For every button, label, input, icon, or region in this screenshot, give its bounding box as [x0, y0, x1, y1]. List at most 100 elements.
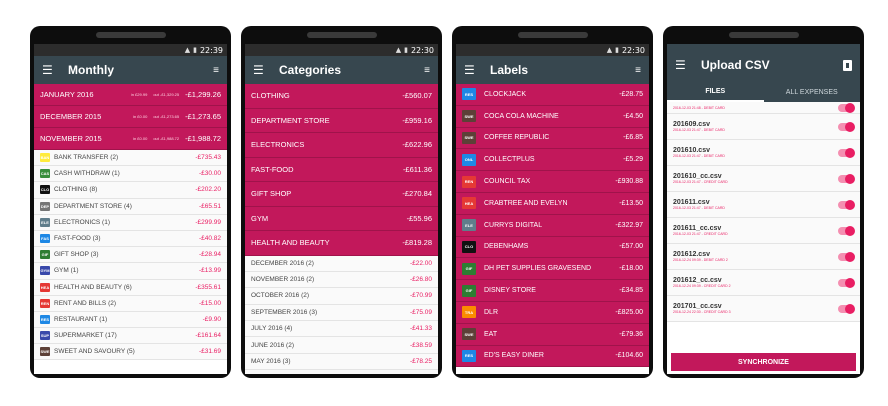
category-row[interactable]: GYM -£55.96	[245, 206, 438, 231]
label-row[interactable]: SWE COCA COLA MACHINE -£4.50	[456, 105, 649, 128]
file-row[interactable]: 201612.csv 2016-12-24 09:39 - DEBIT CARD …	[667, 244, 860, 270]
status-time: 22:30	[410, 45, 434, 55]
status-bar: ▲ ▮ 22:30	[245, 44, 438, 56]
file-toggle[interactable]	[838, 277, 855, 288]
category-amount: -£15.00	[198, 299, 221, 307]
category-row[interactable]: GYM GYM (1) -£13.99	[34, 263, 227, 280]
file-toggle[interactable]	[838, 251, 855, 262]
file-row[interactable]: 201611.csv 2016-12-03 21:47 - DEBIT CARD	[667, 192, 860, 218]
month-list: DECEMBER 2016 (2) -£22.00 NOVEMBER 2016 (2…	[245, 255, 438, 374]
hamburger-menu-icon[interactable]: ☰	[42, 63, 60, 77]
category-badge-icon: CLO	[40, 185, 50, 195]
file-toggle[interactable]	[838, 303, 855, 314]
label-amount: -£322.97	[615, 221, 643, 229]
label-row[interactable]: HEA CRABTREE AND EVELYN -£13.50	[456, 192, 649, 215]
month-row[interactable]: SEPTEMBER 2016 (3) -£75.09	[245, 304, 438, 322]
category-row[interactable]: GIF GIFT SHOP (3) -£28.94	[34, 247, 227, 264]
category-row[interactable]: ELE ELECTRONICS (1) -£299.99	[34, 214, 227, 231]
synchronize-button[interactable]: SYNCHRONIZE	[671, 353, 856, 371]
category-row[interactable]: HEA HEALTH AND BEAUTY (6) -£355.61	[34, 279, 227, 296]
month-row[interactable]: APRIL 2016 (1)-£7.15	[245, 370, 438, 374]
category-amount: -£560.07	[402, 91, 432, 101]
file-row[interactable]: 201612_cc.csv 2016-12-24 09:39 - CREDIT C…	[667, 270, 860, 296]
category-list: BAN BANK TRANSFER (2) -£735.43 CAS CASH WITH…	[34, 150, 227, 361]
file-toggle[interactable]	[838, 199, 855, 210]
month-row[interactable]: DECEMBER 2016 (2) -£22.00	[245, 255, 438, 272]
battery-icon: ▮	[615, 46, 619, 54]
category-amount: -£31.69	[198, 348, 221, 356]
category-amount: -£355.61	[195, 283, 221, 291]
file-row[interactable]: 201701_cc.csv 2016-12-24 22:30 - CREDIT C…	[667, 296, 860, 322]
category-row[interactable]: HEALTH AND BEAUTY -£819.28	[245, 231, 438, 256]
category-row[interactable]: DEPARTMENT STORE -£959.16	[245, 108, 438, 133]
category-row[interactable]: RES RESTAURANT (1) -£9.90	[34, 311, 227, 329]
file-toggle[interactable]	[838, 102, 855, 113]
label-row[interactable]: GIF DISNEY STORE -£34.85	[456, 280, 649, 302]
file-name: 201610_cc.csv	[673, 173, 722, 180]
battery-icon: ▮	[193, 46, 197, 54]
label-amount: -£34.85	[619, 287, 643, 295]
file-info: 201609.csv 2016-12-03 21:47 - DEBIT CARD	[673, 121, 838, 132]
label-amount: -£79.36	[619, 330, 643, 338]
label-row[interactable]: TRA DLR -£825.00	[456, 301, 649, 324]
category-badge-icon: SUP	[40, 331, 50, 341]
month-row[interactable]: JUNE 2016 (2) -£38.59	[245, 337, 438, 354]
label-row[interactable]: REN COUNCIL TAX -£930.88	[456, 171, 649, 193]
wifi-icon: ▲	[395, 46, 402, 54]
category-row[interactable]: SUP SUPERMARKET (17) -£161.64	[34, 328, 227, 345]
sort-icon[interactable]: ≡	[635, 65, 641, 76]
upload-file-icon[interactable]	[843, 59, 852, 71]
label-row[interactable]: RES ED'S EASY DINER -£104.60	[456, 345, 649, 368]
category-row[interactable]: FAS FAST-FOOD (3) -£40.82	[34, 230, 227, 248]
label-row[interactable]: ELE CURRYS DIGITAL -£322.97	[456, 214, 649, 237]
wifi-icon: ▲	[606, 46, 613, 54]
filter-icon[interactable]: ≡	[213, 65, 219, 76]
file-row[interactable]: 201611_cc.csv 2016-12-03 21:47 - CREDIT C…	[667, 218, 860, 244]
label-row[interactable]: SWE EAT -£79.36	[456, 323, 649, 346]
file-row[interactable]: 2016-12-03 21:48 - DEBIT CARD	[667, 102, 860, 114]
category-row[interactable]: CLOTHING -£560.07	[245, 84, 438, 109]
app-bar: ☰ Labels ≡	[456, 56, 649, 84]
hamburger-menu-icon[interactable]: ☰	[253, 63, 271, 77]
label-row[interactable]: GIF DH PET SUPPLIES GRAVESEND -£18.00	[456, 258, 649, 281]
category-row[interactable]: SWE SWEET AND SAVOURY (5) -£31.69	[34, 344, 227, 361]
month-row[interactable]: NOVEMBER 2015 in £0.00 out -£1,988.72 -£1,9…	[34, 128, 227, 150]
sort-icon[interactable]: ≡	[424, 65, 430, 76]
category-row[interactable]: REN RENT AND BILLS (2) -£15.00	[34, 295, 227, 312]
month-row[interactable]: JANUARY 2016 in £29.99 out -£1,329.25 -£1,2…	[34, 84, 227, 106]
category-row[interactable]: FAST-FOOD -£611.36	[245, 157, 438, 182]
label-amount: -£18.00	[619, 265, 643, 273]
file-toggle[interactable]	[838, 121, 855, 132]
month-row[interactable]: DECEMBER 2015 in £0.00 out -£1,273.65 -£1,2…	[34, 106, 227, 128]
label-name: DEBENHAMS	[484, 243, 529, 251]
page-title: Labels	[490, 63, 529, 77]
label-row[interactable]: ONL COLLECTPLUS -£5.29	[456, 149, 649, 172]
label-badge-icon: SWE	[462, 110, 476, 123]
label-row[interactable]: RES CLOCKJACK -£28.75	[456, 84, 649, 106]
category-row[interactable]: GIFT SHOP -£270.84	[245, 182, 438, 207]
hamburger-menu-icon[interactable]: ☰	[464, 63, 482, 77]
month-row[interactable]: JULY 2016 (4) -£41.33	[245, 321, 438, 338]
label-row[interactable]: CLO DEBENHAMS -£57.00	[456, 236, 649, 259]
file-row[interactable]: 201610_cc.csv 2016-12-03 21:47 - CREDIT C…	[667, 166, 860, 192]
category-row[interactable]: BAN BANK TRANSFER (2) -£735.43	[34, 150, 227, 167]
month-row[interactable]: OCTOBER 2016 (2) -£70.99	[245, 288, 438, 305]
category-row[interactable]: CAS CASH WITHDRAW (1) -£30.00	[34, 166, 227, 183]
file-details: 2016-12-24 22:30 - CREDIT CARD 3	[673, 310, 731, 314]
category-row[interactable]: DEP DEPARTMENT STORE (4) -£65.51	[34, 198, 227, 215]
category-amount: -£40.82	[198, 235, 221, 243]
tab-files[interactable]: FILES	[667, 82, 764, 102]
category-row[interactable]: ELECTRONICS -£622.96	[245, 133, 438, 158]
file-row[interactable]: 201609.csv 2016-12-03 21:47 - DEBIT CARD	[667, 114, 860, 140]
category-row[interactable]: CLO CLOTHING (8) -£202.20	[34, 182, 227, 199]
hamburger-menu-icon[interactable]: ☰	[675, 58, 693, 72]
file-toggle[interactable]	[838, 173, 855, 184]
label-row[interactable]: SWE COFFEE REPUBLIC -£6.85	[456, 127, 649, 150]
file-toggle[interactable]	[838, 147, 855, 158]
file-row[interactable]: 201610.csv 2016-12-03 21:47 - DEBIT CARD	[667, 140, 860, 166]
file-toggle[interactable]	[838, 225, 855, 236]
file-details: 2016-12-24 09:39 - CREDIT CARD 2	[673, 284, 731, 288]
month-row[interactable]: NOVEMBER 2016 (2) -£26.80	[245, 271, 438, 289]
month-row[interactable]: MAY 2016 (3) -£78.25	[245, 353, 438, 371]
tab-all-expenses[interactable]: ALL EXPENSES	[764, 82, 861, 102]
